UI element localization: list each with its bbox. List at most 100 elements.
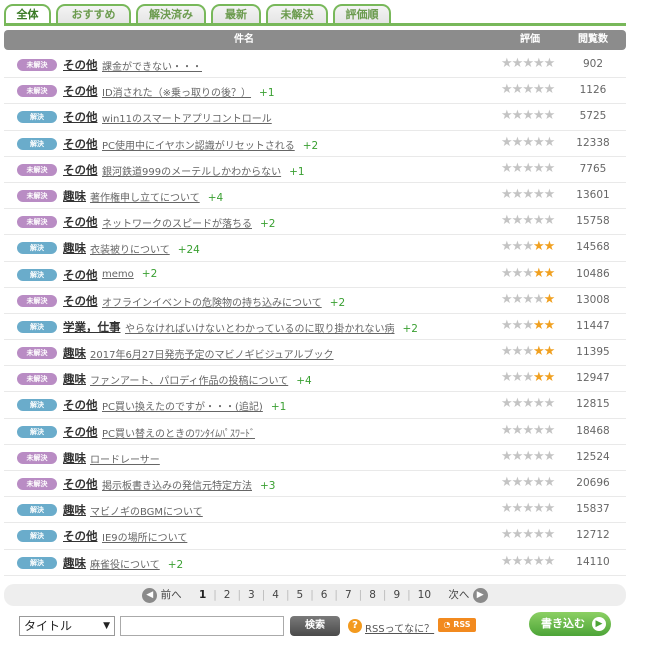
post-title-link[interactable]: 銀河鉄道999のメーテルしかわからない +1	[102, 163, 305, 178]
post-title-link[interactable]: ファンアート、パロディ作品の投稿について +4	[90, 372, 312, 387]
next-page-button[interactable]: 次へ ▶	[448, 587, 488, 603]
category-link[interactable]: 趣味	[63, 240, 86, 256]
category-link[interactable]: その他	[63, 397, 98, 413]
category-link[interactable]: 学業，仕事	[63, 319, 121, 335]
list-item: 未解決 趣味 2017年6月27日発売予定のマビノギビジュアルブック ★★★★★ 113…	[4, 340, 626, 367]
rating-stars: ★★★★★	[501, 134, 559, 150]
star-empty-icon: ★	[543, 475, 556, 490]
page-link[interactable]: 6	[321, 589, 328, 601]
arrow-right-circle-icon: ▶	[472, 587, 488, 603]
post-title-link[interactable]: ID消された（※乗っ取りの後？） +1	[102, 84, 275, 99]
rating-stars: ★★★★★	[501, 476, 559, 490]
rss-help-link[interactable]: RSSってなに？	[365, 620, 434, 635]
rating-stars: ★★★★★	[501, 502, 559, 516]
star-empty-icon: ★	[522, 108, 534, 124]
star-empty-icon: ★	[543, 396, 556, 412]
page-link[interactable]: 7	[345, 589, 352, 601]
tab-unsolved[interactable]: 未解決	[266, 4, 328, 24]
category-link[interactable]: その他	[63, 528, 98, 544]
star-empty-icon: ★	[532, 291, 545, 307]
list-item: 未解決 その他 ネットワークのスピードが落ちる +2 ★★★★★ 15758	[4, 209, 626, 236]
post-title-link[interactable]: 麻雀役について +2	[90, 556, 183, 571]
category-link[interactable]: 趣味	[63, 502, 86, 518]
post-title-link[interactable]: IE9の場所について	[102, 529, 187, 544]
star-empty-icon: ★	[511, 370, 524, 386]
post-title-link[interactable]: オフラインイベントの危険物の持ち込みについて +2	[102, 294, 345, 309]
page-link[interactable]: 5	[297, 589, 304, 601]
star-empty-icon: ★	[522, 134, 534, 150]
category-link[interactable]: その他	[63, 214, 98, 230]
post-title-link[interactable]: マビノギのBGMについて	[90, 503, 203, 518]
post-title-link[interactable]: memo +2	[102, 268, 157, 280]
page-link[interactable]: 3	[248, 589, 255, 601]
star-empty-icon: ★	[543, 134, 556, 150]
post-title-link[interactable]: ロードレーサー	[90, 451, 160, 466]
write-button[interactable]: 書き込む ▶	[529, 612, 611, 636]
star-filled-icon: ★	[543, 370, 556, 386]
page-link[interactable]: 10	[418, 589, 431, 601]
category-link[interactable]: 趣味	[63, 188, 86, 204]
search-input[interactable]	[120, 616, 284, 636]
category-link[interactable]: その他	[63, 424, 98, 440]
category-link[interactable]: その他	[63, 162, 98, 178]
tab-latest[interactable]: 最新	[211, 4, 261, 24]
rss-button[interactable]: ◔ RSS	[438, 618, 476, 632]
status-badge: 解決	[17, 530, 57, 543]
status-badge: 解決	[17, 137, 57, 150]
tab-solved[interactable]: 解決済み	[136, 4, 206, 24]
star-empty-icon: ★	[543, 160, 556, 176]
category-link[interactable]: その他	[63, 83, 98, 99]
category-link[interactable]: 趣味	[63, 371, 86, 387]
rating-stars: ★★★★★	[501, 160, 559, 176]
star-empty-icon: ★	[501, 291, 513, 307]
reply-count: +24	[177, 244, 200, 257]
category-link[interactable]: 趣味	[63, 555, 86, 571]
category-link[interactable]: その他	[63, 476, 98, 492]
prev-page-button[interactable]: ◀ 前へ	[142, 587, 185, 603]
category-link[interactable]: その他	[63, 57, 98, 73]
category-link[interactable]: 趣味	[63, 345, 86, 361]
page-link[interactable]: 2	[224, 589, 231, 601]
page-link[interactable]: 9	[393, 589, 400, 601]
category-link[interactable]: その他	[63, 136, 98, 152]
post-title-link[interactable]: PC買い換えたのですが・・・(追記) +1	[102, 398, 286, 413]
star-empty-icon: ★	[511, 553, 524, 569]
category-link[interactable]: その他	[63, 267, 98, 283]
view-count: 18468	[576, 424, 610, 437]
page-link[interactable]: 4	[272, 589, 279, 601]
post-title-link[interactable]: PC使用中にイヤホン認識がリセットされる +2	[102, 137, 318, 152]
page-link[interactable]: 8	[369, 589, 376, 601]
post-title-link[interactable]: 著作権申し立てについて +4	[90, 189, 223, 204]
post-title-link[interactable]: win11のスマートアプリコントロール	[102, 110, 272, 125]
post-title-link[interactable]: 衣装被りについて +24	[90, 241, 200, 256]
post-title-link[interactable]: 2017年6月27日発売予定のマビノギビジュアルブック	[90, 346, 334, 361]
post-title-link[interactable]: 課金ができない・・・	[102, 58, 202, 73]
list-item: 解決 趣味 衣装被りについて +24 ★★★★★ 14568	[4, 235, 626, 262]
search-type-select[interactable]: タイトル ▼	[19, 616, 115, 636]
post-title-link[interactable]: ネットワークのスピードが落ちる +2	[102, 215, 275, 230]
star-empty-icon: ★	[532, 501, 545, 517]
star-empty-icon: ★	[543, 527, 556, 543]
post-title-text: ID消された（※乗っ取りの後？）	[102, 88, 252, 100]
category-link[interactable]: その他	[63, 109, 98, 125]
list-item: 解決 その他 IE9の場所について ★★★★★ 12712	[4, 523, 626, 550]
rating-stars: ★★★★★	[501, 528, 559, 542]
tab-recommended[interactable]: おすすめ	[56, 4, 131, 24]
tab-bar: 全体 おすすめ 解決済み 最新 未解決 評価順	[4, 4, 624, 26]
star-empty-icon: ★	[522, 344, 534, 360]
reply-count: +2	[302, 139, 319, 152]
category-link[interactable]: その他	[63, 293, 98, 309]
view-count: 12815	[576, 398, 610, 411]
post-title-link[interactable]: PC買い替えのときのﾜﾝﾀｲﾑﾊﾟｽﾜｰﾄﾞ	[102, 425, 255, 440]
reply-count: +2	[402, 322, 418, 335]
tab-rating-order[interactable]: 評価順	[333, 4, 391, 24]
page-link[interactable]: 1	[199, 589, 206, 601]
post-title-link[interactable]: やらなければいけないとわかっているのに取り掛かれない病 +2	[125, 320, 418, 335]
post-title-link[interactable]: 掲示板書き込みの発信元特定方法 +3	[102, 477, 275, 492]
star-empty-icon: ★	[532, 108, 545, 124]
rating-stars: ★★★★★	[501, 214, 559, 228]
rating-stars: ★★★★★	[501, 187, 559, 202]
search-button[interactable]: 検索	[290, 616, 340, 636]
view-count: 1126	[579, 84, 607, 97]
category-link[interactable]: 趣味	[63, 450, 86, 466]
